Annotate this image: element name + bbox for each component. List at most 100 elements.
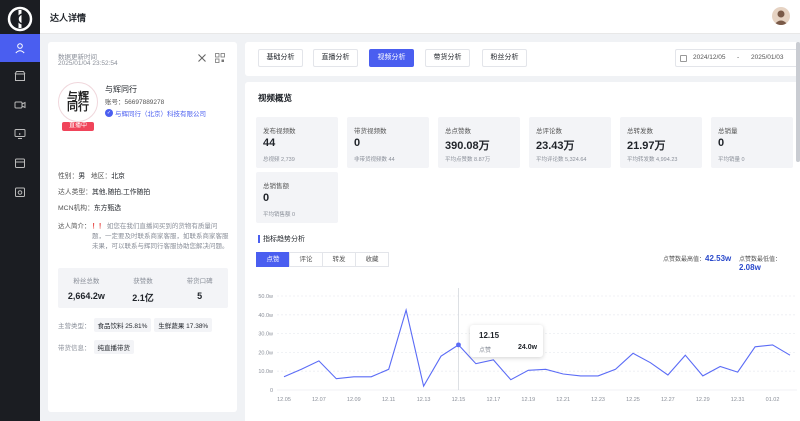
nav-video[interactable] [0,91,40,119]
card-sales: 总销量 0 平均销量 0 [711,117,793,168]
category-row: 主营类型： 食品饮料 25.81% 生鲜蔬果 17.38% [58,318,213,332]
scrollbar[interactable] [796,42,800,162]
metric-tab-favorites[interactable]: 收藏 [355,252,389,267]
video-panel: 视频概览 发布视频数 44 总视频 2,739 带货视频数 0 非带货视频数 44 总点… [245,82,800,421]
max-value-label: 点赞数最高值：42.53w [663,254,732,263]
stat-likes: 获赞数 2.1亿 [132,278,154,303]
date-start: 2024/12/05 [693,54,726,61]
stat-reputation: 带货口碑 5 [186,278,213,301]
y-tick-label: 50.0w [258,294,273,300]
nav-shop[interactable] [0,149,40,177]
y-tick-label: 30.0w [258,332,273,338]
nav-store[interactable] [0,62,40,90]
metric-tab-shares[interactable]: 转发 [322,252,356,267]
mcn-row: MCN机构：东方甄选 [58,205,122,212]
nav-monitor[interactable] [0,120,40,148]
avatar-icon [774,10,788,25]
chart-tooltip: 12.15 点赞 24.0w [470,325,543,357]
intro-mark: ！！ [92,223,105,230]
header: 达人详情 [40,0,800,34]
x-tick-label: 12.05 [277,397,291,403]
avatar[interactable] [772,7,790,25]
tab-goods[interactable]: 带货分析 [425,49,470,67]
x-tick-label: 01.02 [766,397,780,403]
x-tick-label: 12.17 [486,397,500,403]
tab-fans[interactable]: 粉丝分析 [482,49,527,67]
account-id: 账号：56697889278 [105,99,165,106]
x-tick-label: 12.15 [452,397,466,403]
region-value: 北京 [111,173,125,180]
type-row: 达人类型：其他,随拍,工作随拍 [58,189,151,196]
video-icon [14,101,26,109]
gender-value: 男 [78,173,86,180]
tab-basic[interactable]: 基础分析 [258,49,303,67]
type-value: 其他,随拍,工作随拍 [91,189,151,196]
x-tick-label: 12.19 [521,397,535,403]
card-videos: 发布视频数 44 总视频 2,739 [256,117,338,168]
x-tick-label: 12.25 [626,397,640,403]
gender-row: 性别：男 地区：北京 [58,173,125,180]
live-badge: 直播中 [62,122,94,131]
company-link[interactable]: ✓ 与辉同行（北京）科技有限公司 [105,108,206,118]
stats-box: 粉丝总数 2,664.2w 获赞数 2.1亿 带货口碑 5 [58,268,228,308]
monitor-icon [14,129,26,139]
min-value-label: 点赞数最低值：2.08w [739,257,782,272]
x-tick-label: 12.09 [347,397,361,403]
intro-row: 达人简介： ！！ 如您在我们直播间买到的货物有质量问题，一定要及时联系商家客服，… [58,222,230,252]
y-tick-label: 0 [270,388,273,394]
x-tick-label: 12.23 [591,397,605,403]
page-title: 达人详情 [50,13,87,23]
card-revenue: 总销售额 0 平均销售额 0 [256,172,338,223]
x-tick-label: 12.29 [696,397,710,403]
card-comments: 总评论数 23.43万 平均评论数 5,324.64 [529,117,611,168]
tab-live[interactable]: 直播分析 [313,49,358,67]
brand-logo [7,6,33,32]
user-icon [15,43,25,54]
trend-title: 指标趋势分析 [258,234,305,244]
x-tick-label: 12.13 [417,397,431,403]
category-tag: 生鲜蔬果 17.38% [154,318,213,332]
shop-icon [15,158,25,168]
x-tick-label: 12.31 [731,397,745,403]
x-tick-label: 12.07 [312,397,326,403]
update-time: 2025/01/04 23:52:54 [58,60,118,67]
goods-tag: 纯直播带货 [93,340,134,354]
x-tick-label: 12.11 [382,397,395,403]
x-tick-label: 12.27 [661,397,675,403]
analysis-tabs: 基础分析 直播分析 视频分析 带货分析 粉丝分析 2024/12/05 - 20… [245,42,800,76]
x-tick-label: 12.21 [556,397,570,403]
category-tag: 食品饮料 25.81% [93,318,152,332]
y-tick-label: 40.0w [258,313,273,319]
bag-icon [15,187,25,197]
nav-bag[interactable] [0,178,40,206]
intro-label: 达人简介： [58,223,91,230]
metric-tab-likes[interactable]: 点赞 [256,252,290,267]
profile-logo-text: 与辉 同行 [67,90,89,113]
verified-icon: ✓ [105,109,113,117]
y-tick-label: 20.0w [258,350,273,356]
mcn-value: 东方甄选 [93,205,122,212]
stat-fans: 粉丝总数 2,664.2w [67,278,105,301]
qrcode-icon[interactable] [215,53,225,63]
date-end: 2025/01/03 [751,54,784,61]
tab-video[interactable]: 视频分析 [369,49,414,67]
goods-row: 带货信息： 纯直播带货 [58,340,134,354]
profile-panel: 数据更新时间 2025/01/04 23:52:54 与辉 同行 直播中 与辉同行… [48,42,237,412]
nav-user[interactable] [0,34,40,62]
date-range-picker[interactable]: 2024/12/05 - 2025/01/03 [675,49,800,67]
card-likes: 总点赞数 390.08万 平均点赞数 8.87万 [438,117,520,168]
card-shares: 总转发数 21.97万 平均转发数 4,994.23 [620,117,702,168]
company-name: 与辉同行（北京）科技有限公司 [115,111,206,118]
metric-tab-comments[interactable]: 评论 [289,252,323,267]
close-icon[interactable] [197,53,207,63]
calendar-icon [680,55,687,62]
overview-title: 视频概览 [258,93,293,103]
intro-text: 如您在我们直播间买到的货物有质量问题，一定要及时联系商家客服，如联系商家客服未果… [92,223,229,250]
y-tick-label: 10.0w [258,369,273,375]
highlight-point [456,342,461,348]
card-goods-videos: 带货视频数 0 非带货视频数 44 [347,117,429,168]
sidebar [0,0,40,421]
profile-picture: 与辉 同行 [58,82,98,122]
influencer-name: 与辉同行 [105,85,137,94]
metric-tabs: 点赞 评论 转发 收藏 [256,252,389,267]
